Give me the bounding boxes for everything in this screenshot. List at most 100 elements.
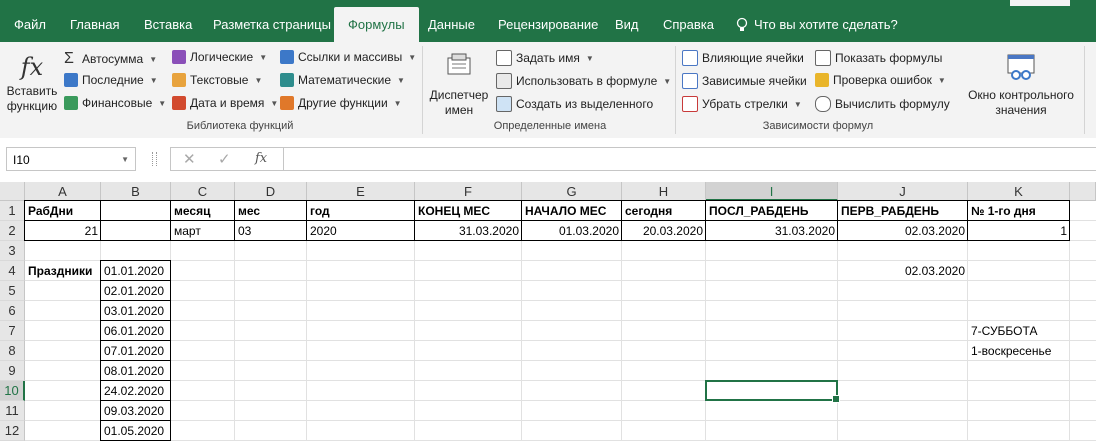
tab-home[interactable]: Главная xyxy=(70,7,119,42)
cell-a1[interactable]: РабДни xyxy=(25,201,101,221)
row-header-7[interactable]: 7 xyxy=(0,321,25,341)
cell-b12[interactable]: 01.05.2020 xyxy=(101,421,171,441)
tab-formulas[interactable]: Формулы xyxy=(334,7,419,42)
cell-a4[interactable]: Праздники xyxy=(25,261,101,281)
column-header-g[interactable]: G xyxy=(522,182,622,201)
cell-b5[interactable]: 02.01.2020 xyxy=(101,281,171,301)
row-header-4[interactable]: 4 xyxy=(0,261,25,281)
column-header-i[interactable]: I xyxy=(706,182,838,201)
tab-page-layout[interactable]: Разметка страницы xyxy=(213,7,331,42)
cell-k8[interactable]: 1-воскресенье xyxy=(968,341,1070,361)
row-header-2[interactable]: 2 xyxy=(0,221,25,241)
row-header-10[interactable]: 10 xyxy=(0,381,25,401)
financial-button[interactable]: Финансовые ▼ xyxy=(64,96,166,110)
cell-a2[interactable]: 21 xyxy=(25,221,101,241)
formula-input[interactable] xyxy=(283,147,1096,171)
enter-icon[interactable]: ✓ xyxy=(218,150,231,168)
row-header-5[interactable]: 5 xyxy=(0,281,25,301)
cell-k2[interactable]: 1 xyxy=(968,221,1070,241)
cell-g1[interactable]: НАЧАЛО МЕС xyxy=(522,201,622,221)
cell-d1[interactable]: мес xyxy=(235,201,307,221)
column-header-f[interactable]: F xyxy=(415,182,522,201)
cell-b11[interactable]: 09.03.2020 xyxy=(101,401,171,421)
chevron-down-icon: ▼ xyxy=(121,155,129,164)
trace-precedents-button[interactable]: Влияющие ячейки xyxy=(682,50,804,66)
watch-window-button[interactable]: Окно контрольного значения xyxy=(963,50,1079,118)
cell-f1[interactable]: КОНЕЦ МЕС xyxy=(415,201,522,221)
recent-button[interactable]: Последние ▼ xyxy=(64,73,158,87)
column-header-d[interactable]: D xyxy=(235,182,307,201)
splitter-handle[interactable] xyxy=(152,152,157,166)
show-formulas-button[interactable]: Показать формулы xyxy=(815,50,942,66)
select-all-corner[interactable] xyxy=(0,182,25,201)
column-header-h[interactable]: H xyxy=(622,182,706,201)
tab-insert[interactable]: Вставка xyxy=(144,7,192,42)
cell-b9[interactable]: 08.01.2020 xyxy=(101,361,171,381)
cell-i2[interactable]: 31.03.2020 xyxy=(706,221,838,241)
cell-d2[interactable]: 03 xyxy=(235,221,307,241)
tab-file[interactable]: Файл xyxy=(14,7,46,42)
define-name-button[interactable]: Задать имя ▼ xyxy=(496,50,594,66)
column-header-e[interactable]: E xyxy=(307,182,415,201)
tab-data[interactable]: Данные xyxy=(428,7,475,42)
cell-i1[interactable]: ПОСЛ_РАБДЕНЬ xyxy=(706,201,838,221)
cell-b4[interactable]: 01.01.2020 xyxy=(101,261,171,281)
cell-b6[interactable]: 03.01.2020 xyxy=(101,301,171,321)
datetime-button[interactable]: Дата и время ▼ xyxy=(172,96,278,110)
cell-h1[interactable]: сегодня xyxy=(622,201,706,221)
text-button[interactable]: Текстовые ▼ xyxy=(172,73,262,87)
tab-view[interactable]: Вид xyxy=(615,7,639,42)
cell-h2[interactable]: 20.03.2020 xyxy=(622,221,706,241)
name-box[interactable]: I10 ▼ xyxy=(6,147,136,171)
cell-b7[interactable]: 06.01.2020 xyxy=(101,321,171,341)
cell-j1[interactable]: ПЕРВ_РАБДЕНЬ xyxy=(838,201,968,221)
cell-c2[interactable]: март xyxy=(171,221,235,241)
cell-j2[interactable]: 02.03.2020 xyxy=(838,221,968,241)
tell-me-box[interactable]: Что вы хотите сделать? xyxy=(736,7,898,42)
more-functions-button[interactable]: Другие функции ▼ xyxy=(280,96,402,110)
row-header-1[interactable]: 1 xyxy=(0,201,25,221)
create-from-selection-button[interactable]: Создать из выделенного xyxy=(496,96,653,112)
error-checking-button[interactable]: Проверка ошибок ▼ xyxy=(815,73,946,87)
worksheet-grid[interactable]: A B C D E F G H I J K 1 2 3 4 5 6 7 8 9 10 11 12 РабДни месяц мес… xyxy=(0,182,1096,441)
row-header-8[interactable]: 8 xyxy=(0,341,25,361)
evaluate-formula-button[interactable]: Вычислить формулу xyxy=(815,96,950,112)
row-header-12[interactable]: 12 xyxy=(0,421,25,441)
active-cell-selection[interactable] xyxy=(705,380,840,403)
cell-b10[interactable]: 24.02.2020 xyxy=(101,381,171,401)
autosum-button[interactable]: Σ Автосумма ▼ xyxy=(64,50,157,68)
group-label-formula-auditing: Зависимости формул xyxy=(762,120,874,132)
cell-e1[interactable]: год xyxy=(307,201,415,221)
row-header-3[interactable]: 3 xyxy=(0,241,25,261)
insert-function-button[interactable]: fx Вставить функцию xyxy=(4,50,60,114)
column-header-k[interactable]: K xyxy=(968,182,1070,201)
cell-k7[interactable]: 7-СУББОТА xyxy=(968,321,1070,341)
math-button[interactable]: Математические ▼ xyxy=(280,73,405,87)
cell-c1[interactable]: месяц xyxy=(171,201,235,221)
cell-f2[interactable]: 31.03.2020 xyxy=(415,221,522,241)
logical-button[interactable]: Логические ▼ xyxy=(172,50,267,64)
column-header-b[interactable]: B xyxy=(101,182,171,201)
cancel-icon[interactable]: ✕ xyxy=(183,150,196,168)
row-header-11[interactable]: 11 xyxy=(0,401,25,421)
cell-e2[interactable]: 2020 xyxy=(307,221,415,241)
insert-function-icon[interactable]: fx xyxy=(255,151,267,166)
cell-k1[interactable]: № 1-го дня xyxy=(968,201,1070,221)
cell-g2[interactable]: 01.03.2020 xyxy=(522,221,622,241)
column-header-c[interactable]: C xyxy=(171,182,235,201)
name-manager-button[interactable]: Диспетчер имен xyxy=(427,50,491,118)
column-header-j[interactable]: J xyxy=(838,182,968,201)
money-icon xyxy=(64,96,78,110)
row-header-9[interactable]: 9 xyxy=(0,361,25,381)
tab-help[interactable]: Справка xyxy=(663,7,714,42)
remove-arrows-button[interactable]: Убрать стрелки ▼ xyxy=(682,96,802,112)
cell-j4[interactable]: 02.03.2020 xyxy=(838,261,968,281)
lookup-button[interactable]: Ссылки и массивы ▼ xyxy=(280,50,416,64)
trace-dependents-button[interactable]: Зависимые ячейки xyxy=(682,73,807,89)
fill-handle[interactable] xyxy=(832,395,840,403)
tab-review[interactable]: Рецензирование xyxy=(498,7,598,42)
use-in-formula-button[interactable]: Использовать в формуле ▼ xyxy=(496,73,671,89)
cell-b8[interactable]: 07.01.2020 xyxy=(101,341,171,361)
column-header-a[interactable]: A xyxy=(25,182,101,201)
row-header-6[interactable]: 6 xyxy=(0,301,25,321)
